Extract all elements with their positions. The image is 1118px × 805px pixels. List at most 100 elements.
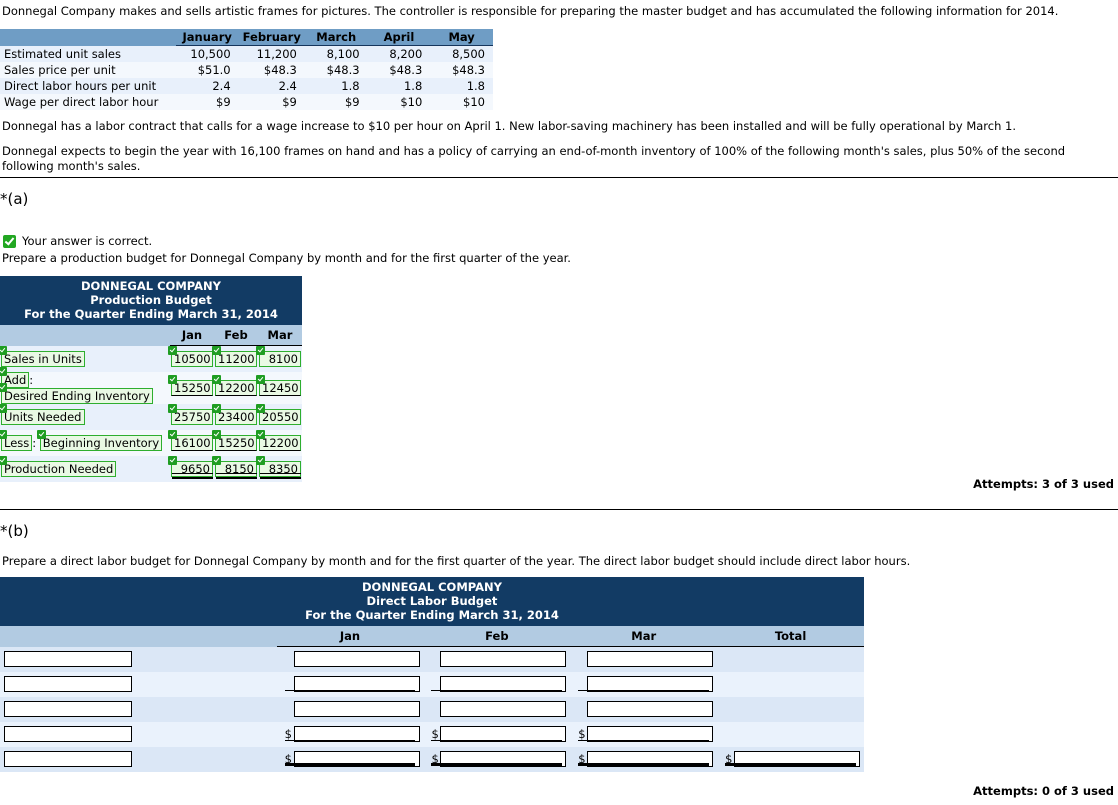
row-label-cell (0, 672, 136, 697)
answer-prefix-wrap: Less (0, 429, 33, 451)
budget-period: For the Quarter Ending March 31, 2014 (24, 307, 278, 321)
budget-company-name: DONNEGAL COMPANY (81, 279, 221, 293)
correct-answer-banner: Your answer is correct. (3, 234, 152, 248)
part-b-label: *(b) (0, 522, 29, 540)
col-header-blank (0, 325, 170, 346)
answer-value: 8100 (259, 350, 301, 367)
value-cell: $ (277, 722, 424, 747)
total-rule (578, 763, 710, 766)
check-icon (256, 345, 265, 355)
cell-value: $48.3 (389, 63, 423, 77)
table-row: Wage per direct labor hour $9 $9 $9 $10 … (0, 94, 493, 110)
check-icon (212, 374, 221, 384)
value-cell: $ (423, 672, 570, 697)
inventory-policy-paragraph: Donnegal expects to begin the year with … (2, 144, 1066, 173)
col-header-blank (0, 626, 136, 647)
total-rule (578, 740, 710, 741)
row-label-input[interactable] (4, 676, 132, 692)
cell-value: $48.3 (263, 63, 297, 77)
amount-input[interactable] (440, 701, 567, 717)
answer-cell: 12450 (256, 372, 302, 404)
correct-answer-text: Your answer is correct. (22, 234, 153, 248)
col-header-feb: Feb (423, 626, 571, 647)
cell-value: $48.3 (452, 63, 485, 77)
total-rule (578, 690, 710, 691)
row-label-input[interactable] (4, 726, 132, 742)
answer-cell: 25750 (168, 403, 214, 430)
direct-labor-budget-title-bar: DONNEGAL COMPANY Direct Labor Budget For… (0, 577, 864, 626)
given-table-col-april: April (367, 29, 431, 46)
part-b-attempts: Attempts: 0 of 3 used (973, 784, 1114, 798)
check-icon (0, 429, 7, 439)
row-label-cell: Production Needed (0, 455, 170, 482)
value-cell: $ (570, 647, 717, 672)
spacer-cell (136, 697, 277, 722)
value-cell (717, 697, 864, 722)
answer-cell: 10500 (168, 345, 214, 372)
check-icon (168, 455, 177, 465)
spacer-cell (136, 747, 277, 772)
answer-value: 12200 (259, 434, 301, 451)
value-cell: $ (570, 697, 717, 722)
row-label: Estimated unit sales (4, 46, 121, 61)
value-cell: $ (423, 647, 570, 672)
check-icon (212, 455, 221, 465)
answer-cell: 12200 (256, 429, 302, 456)
check-icon (212, 345, 221, 355)
table-row: Add: Desired Ending Inventory 15250 1220… (0, 366, 302, 404)
budget-period: For the Quarter Ending March 31, 2014 (305, 608, 559, 622)
row-label-cell (0, 747, 136, 772)
value-cell: $ (277, 672, 424, 697)
cell-value: $48.3 (326, 63, 360, 77)
check-icon (168, 374, 177, 384)
answer-value: 11200 (215, 350, 257, 367)
answer-cell: 8350 (256, 455, 302, 482)
row-label-input[interactable] (4, 701, 132, 717)
answer-label: Sales in Units (1, 350, 85, 367)
row-separator: : (29, 372, 34, 387)
given-table-header-row: January February March April May (0, 29, 493, 46)
spacer-cell (136, 672, 277, 697)
amount-input[interactable] (293, 701, 420, 717)
value-cell: $ (717, 747, 864, 772)
row-label-input[interactable] (4, 651, 132, 667)
col-header-mar: Mar (258, 325, 302, 346)
check-icon (256, 403, 265, 413)
amount-input[interactable] (440, 651, 567, 668)
answer-value: 23400 (215, 408, 257, 425)
total-rule (284, 740, 416, 741)
amount-input[interactable] (587, 651, 714, 668)
col-header-blank-2 (135, 626, 277, 647)
col-header-total: Total (717, 626, 864, 647)
table-row: $$$ (0, 696, 864, 722)
answer-label-wrap: Sales in Units (0, 345, 85, 367)
amount-input[interactable] (587, 701, 714, 717)
answer-cell: 16100 (168, 429, 214, 456)
row-label-cell: Add: Desired Ending Inventory (0, 366, 170, 404)
given-table-col-march: March (304, 29, 368, 46)
answer-label: Beginning Inventory (39, 434, 163, 451)
spacer-cell (136, 722, 277, 747)
answer-cell: 9650 (168, 455, 214, 482)
check-icon (0, 345, 7, 355)
row-label-input[interactable] (4, 751, 132, 767)
table-row: $$$ (0, 721, 864, 747)
answer-value: 16100 (171, 434, 213, 451)
total-rule (431, 763, 563, 766)
given-table-col-february: February (238, 29, 305, 46)
given-data-table: January February March April May Estimat… (0, 29, 493, 110)
part-a-attempts: Attempts: 3 of 3 used (973, 477, 1114, 491)
value-cell (717, 722, 864, 747)
given-table-col-january: January (175, 29, 239, 46)
amount-input[interactable] (293, 651, 420, 668)
cell-value: 8,200 (389, 47, 423, 61)
answer-label: Units Needed (1, 408, 85, 425)
value-cell: $ (277, 647, 424, 672)
answer-label: Production Needed (1, 460, 117, 477)
answer-value: 20550 (259, 408, 301, 425)
row-label: Wage per direct labor hour (4, 95, 159, 109)
value-cell: $ (570, 672, 717, 697)
cell-value: 8,500 (452, 47, 485, 61)
answer-value: 8150 (215, 460, 257, 477)
dollar-sign: $ (578, 727, 586, 741)
